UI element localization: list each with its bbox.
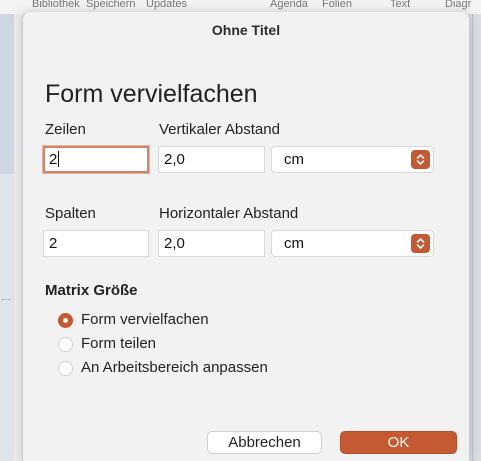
radio-button-checked[interactable] (58, 313, 73, 328)
horizontal-unit-value: cm (284, 235, 304, 252)
toolbar-item-speichern: Speichern (86, 0, 136, 10)
cancel-button[interactable]: Abbrechen (207, 431, 322, 454)
rows-input[interactable]: 2 (43, 146, 149, 173)
horizontal-spacing-label: Horizontaler Abstand (159, 205, 299, 222)
radio-label-fit-artboard: An Arbeitsbereich anpassen (81, 359, 268, 376)
horizontal-spacing-value: 2,0 (164, 235, 185, 252)
radio-label-duplicate-shape: Form vervielfachen (81, 311, 209, 328)
rows-input-value: 2 (49, 151, 58, 168)
columns-label: Spalten (45, 205, 96, 222)
background-divider (472, 14, 473, 461)
vertical-spacing-label: Vertikaler Abstand (159, 121, 280, 138)
rows-label: Zeilen (45, 121, 86, 138)
background-band (0, 14, 14, 174)
radio-button[interactable] (58, 361, 73, 376)
horizontal-spacing-input[interactable]: 2,0 (158, 230, 265, 257)
background-left-panel: ··· (0, 14, 14, 461)
vertical-unit-select[interactable]: cm (271, 146, 434, 173)
ok-button[interactable]: OK (340, 431, 457, 454)
columns-input-value: 2 (49, 235, 58, 252)
overflow-dots: ··· (1, 294, 11, 305)
toolbar-item-folien: Folien (322, 0, 352, 10)
vertical-unit-value: cm (284, 151, 304, 168)
radio-button[interactable] (58, 337, 73, 352)
matrix-size-section-label: Matrix Größe (45, 282, 138, 299)
toolbar-item-text: Text (390, 0, 411, 10)
dialog-window-title: Ohne Titel (211, 22, 281, 38)
text-caret (58, 151, 60, 167)
chevron-up-down-icon[interactable] (411, 234, 430, 253)
vertical-spacing-value: 2,0 (164, 151, 185, 168)
dialog-heading: Form vervielfachen (45, 80, 258, 108)
horizontal-unit-select[interactable]: cm (271, 230, 434, 257)
duplicate-shape-dialog: Ohne Titel Form vervielfachen Zeilen Ver… (22, 12, 470, 461)
radio-label-split-shape: Form teilen (81, 335, 157, 352)
toolbar-item-agenda: Agenda (270, 0, 308, 10)
chevron-up-down-icon[interactable] (411, 150, 430, 169)
toolbar-item-diagramm: Diagr (445, 0, 472, 10)
toolbar-item-updates: Updates (146, 0, 187, 10)
columns-input[interactable]: 2 (43, 230, 149, 257)
vertical-spacing-input[interactable]: 2,0 (158, 146, 265, 173)
toolbar-item-bibliothek: Bibliothek (32, 0, 80, 10)
